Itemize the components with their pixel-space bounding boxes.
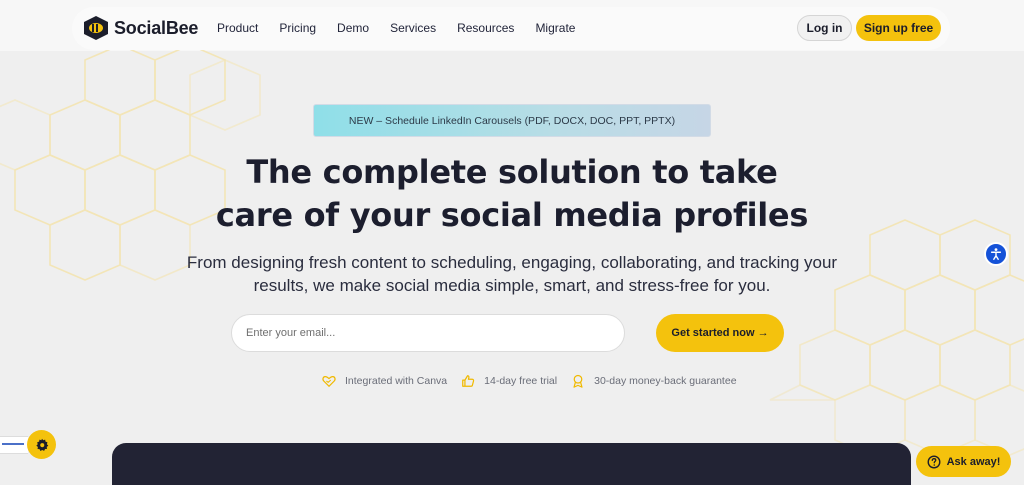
login-button[interactable]: Log in <box>797 15 852 41</box>
ask-away-label: Ask away! <box>946 455 1001 468</box>
award-badge-icon <box>573 374 583 388</box>
settings-button[interactable] <box>27 430 56 459</box>
nav-link-product[interactable]: Product <box>217 21 258 35</box>
product-preview-panel <box>112 443 911 485</box>
feature-item: Integrated with Canva <box>322 374 447 388</box>
email-input[interactable] <box>231 314 625 352</box>
announcement-banner[interactable]: NEW – Schedule LinkedIn Carousels (PDF, … <box>313 104 711 137</box>
brand-name: SocialBee <box>114 17 199 38</box>
feature-list: Integrated with Canva 14-day free trial … <box>322 374 751 388</box>
signup-button[interactable]: Sign up free <box>856 15 941 41</box>
honeycomb-background <box>0 44 1024 456</box>
hero-title: The complete solution to take care of yo… <box>0 151 1024 237</box>
nav-links: Product Pricing Demo Services Resources … <box>217 21 596 35</box>
accessibility-icon <box>990 248 1002 260</box>
nav-link-pricing[interactable]: Pricing <box>279 21 316 35</box>
thumbs-up-icon <box>462 375 475 387</box>
side-tab[interactable] <box>0 436 28 454</box>
accessibility-button[interactable] <box>984 242 1008 266</box>
brand-logo[interactable]: SocialBee <box>82 15 198 41</box>
nav-link-services[interactable]: Services <box>390 21 436 35</box>
help-circle-icon <box>927 455 941 468</box>
hero-title-line1: The complete solution to take <box>246 153 778 191</box>
top-navigation: SocialBee Product Pricing Demo Services … <box>72 7 950 50</box>
heart-handshake-icon <box>322 375 336 388</box>
nav-link-resources[interactable]: Resources <box>457 21 514 35</box>
hero-subtitle: From designing fresh content to scheduli… <box>186 253 838 295</box>
nav-link-demo[interactable]: Demo <box>337 21 369 35</box>
hero-title-line2: care of your social media profiles <box>215 196 809 234</box>
feature-item: 14-day free trial <box>461 374 557 388</box>
get-started-button[interactable]: Get started now → <box>656 314 784 352</box>
bee-logo-icon <box>84 16 108 40</box>
side-tab-indicator <box>2 443 24 445</box>
ask-away-button[interactable]: Ask away! <box>916 446 1011 477</box>
feature-label: 30-day money-back guarantee <box>594 375 737 387</box>
nav-link-migrate[interactable]: Migrate <box>535 21 575 35</box>
gear-icon <box>35 438 48 451</box>
feature-label: Integrated with Canva <box>345 375 448 387</box>
feature-label: 14-day free trial <box>484 375 558 387</box>
feature-item: 30-day money-back guarantee <box>571 374 737 388</box>
